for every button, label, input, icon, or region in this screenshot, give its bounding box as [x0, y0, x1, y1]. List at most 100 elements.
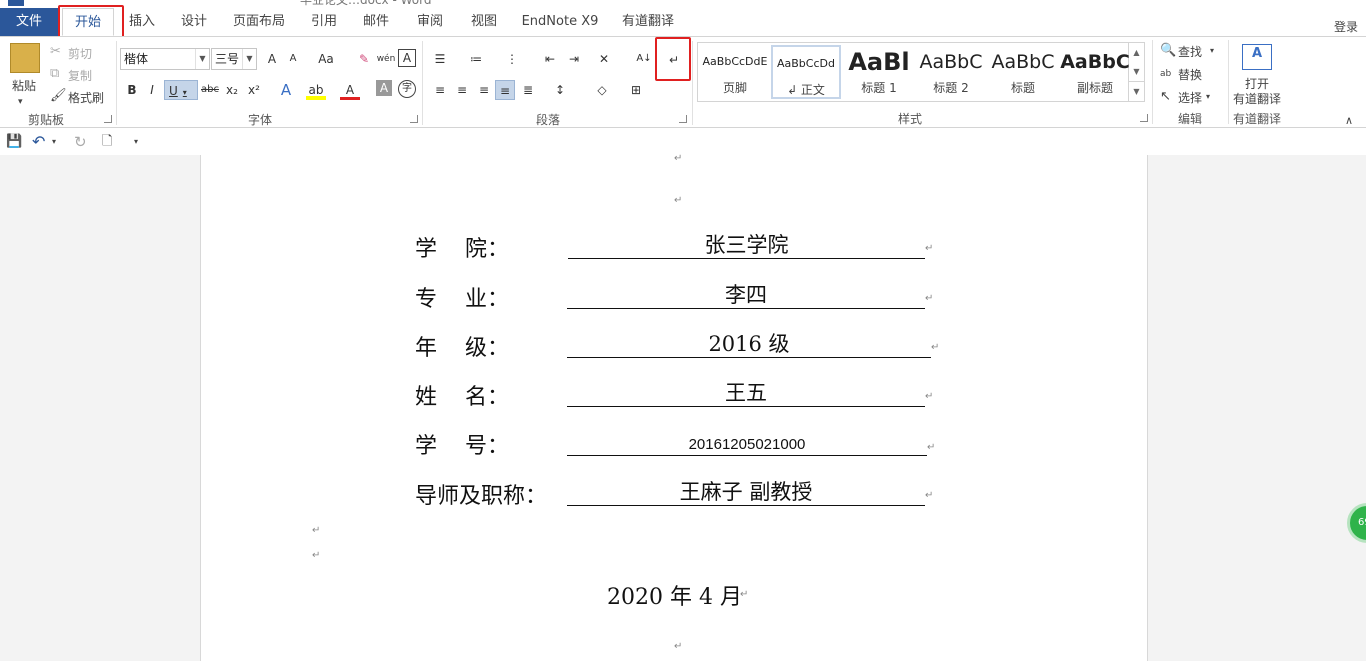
italic-button[interactable]: I	[142, 80, 162, 100]
paste-icon[interactable]	[10, 43, 40, 73]
chevron-down-icon[interactable]: ▼	[195, 49, 209, 69]
info-label: 姓 名：	[415, 385, 509, 410]
info-value[interactable]: 20161205021000	[567, 428, 927, 456]
change-case-button[interactable]: Aa	[312, 49, 340, 69]
chevron-down-icon[interactable]: ▾	[52, 133, 56, 151]
group-divider	[692, 41, 693, 125]
info-value[interactable]: 王五	[567, 379, 925, 407]
bold-button[interactable]: B	[122, 80, 142, 100]
style-sample: AaBbCcDdE	[702, 55, 768, 68]
tab-page-layout[interactable]: 页面布局	[228, 8, 290, 36]
font-name-combo[interactable]: 楷体 ▼	[120, 48, 210, 70]
shading-icon[interactable]: ◇	[592, 80, 612, 100]
superscript-button[interactable]: x²	[244, 80, 264, 100]
shrink-font-button[interactable]: A	[283, 49, 303, 69]
redo-icon[interactable]: ↻	[74, 133, 87, 151]
font-color-icon[interactable]: A	[340, 80, 360, 100]
character-border-icon[interactable]: A	[398, 49, 416, 67]
undo-icon[interactable]: ↶	[32, 133, 45, 151]
style-footer[interactable]: AaBbCcDdE 页脚	[700, 45, 770, 99]
tab-references[interactable]: 引用	[306, 8, 342, 36]
chinese-layout-icon[interactable]: ✕	[594, 49, 614, 69]
submission-date[interactable]: 2020 年 4 月	[607, 579, 742, 611]
save-icon[interactable]: 💾	[6, 133, 22, 151]
phonetic-guide-icon[interactable]: wén	[376, 49, 396, 69]
title-bar: 毕业论文…docx - Word	[0, 0, 1366, 8]
numbering-icon[interactable]: ≔	[466, 49, 486, 69]
tab-review[interactable]: 审阅	[412, 8, 448, 36]
grow-font-button[interactable]: A	[262, 49, 282, 69]
chevron-down-icon[interactable]: ▾	[1206, 88, 1210, 106]
window-title: 毕业论文…docx - Word	[300, 0, 432, 7]
info-value[interactable]: 2016 级	[567, 330, 931, 358]
font-launcher-icon[interactable]	[410, 115, 418, 123]
paste-dropdown-icon[interactable]: ▾	[18, 93, 23, 111]
font-size-combo[interactable]: 三号 ▼	[211, 48, 257, 70]
chevron-down-icon[interactable]: ▼	[1129, 62, 1144, 81]
tab-youdao[interactable]: 有道翻译	[618, 8, 678, 36]
increase-indent-icon[interactable]: ⇥	[564, 49, 584, 69]
chevron-down-icon[interactable]: ▾	[183, 88, 187, 97]
find-button[interactable]: 查找	[1178, 43, 1202, 60]
tab-mailings[interactable]: 邮件	[358, 8, 394, 36]
group-divider	[1152, 40, 1153, 124]
expand-gallery-icon[interactable]: ▼	[1129, 81, 1144, 100]
tab-design[interactable]: 设计	[176, 8, 212, 36]
quick-access-toolbar: 💾 ↶ ▾ ↻ 🗋 ▾	[0, 129, 1366, 155]
group-divider	[116, 41, 117, 125]
cut-button[interactable]: 剪切	[68, 45, 92, 62]
tab-endnote[interactable]: EndNote X9	[518, 8, 602, 36]
decrease-indent-icon[interactable]: ⇤	[540, 49, 560, 69]
translate-icon[interactable]: A	[1242, 44, 1272, 70]
chevron-down-icon[interactable]: ▼	[242, 49, 256, 69]
clear-formatting-icon[interactable]: ✎	[354, 49, 374, 69]
clipboard-launcher-icon[interactable]	[104, 115, 112, 123]
tab-insert[interactable]: 插入	[124, 8, 160, 36]
paragraph-mark: ↵	[674, 195, 683, 206]
text-effects-icon[interactable]: A	[276, 80, 296, 100]
replace-button[interactable]: 替换	[1178, 66, 1202, 83]
enclose-characters-icon[interactable]: 字	[398, 80, 416, 98]
style-subtitle[interactable]: AaBbC 副标题	[1060, 45, 1130, 99]
line-spacing-icon[interactable]: ↕	[550, 80, 570, 100]
paragraph-launcher-icon[interactable]	[679, 115, 687, 123]
styles-gallery-scroll[interactable]: ▲ ▼ ▼	[1129, 42, 1145, 102]
select-button[interactable]: 选择	[1178, 89, 1202, 106]
borders-icon[interactable]: ⊞	[626, 80, 646, 100]
copy-button[interactable]: 复制	[68, 67, 92, 84]
bullets-icon[interactable]: ☰	[430, 49, 450, 69]
character-shading-icon[interactable]: A	[376, 80, 392, 96]
info-value[interactable]: 李四	[567, 281, 925, 309]
style-title[interactable]: AaBbC 标题	[988, 45, 1058, 99]
info-value[interactable]: 张三学院	[568, 231, 925, 259]
distributed-icon[interactable]: ≣	[518, 80, 538, 100]
paragraph-mark: ↵	[312, 550, 321, 561]
style-heading-1[interactable]: AaBl 标题 1	[844, 45, 914, 99]
collapse-ribbon-icon[interactable]: ∧	[1345, 112, 1353, 130]
open-youdao-button-line2[interactable]: 有道翻译	[1233, 90, 1281, 107]
chevron-up-icon[interactable]: ▲	[1129, 43, 1144, 62]
align-right-icon[interactable]: ≡	[474, 80, 494, 100]
multilevel-list-icon[interactable]: ⋮	[502, 49, 522, 69]
strikethrough-button[interactable]: abc	[200, 80, 220, 100]
style-normal[interactable]: AaBbCcDd ↲ 正文	[771, 45, 841, 99]
align-left-icon[interactable]: ≡	[430, 80, 450, 100]
word-app-icon	[8, 0, 24, 6]
new-document-icon[interactable]: 🗋	[102, 133, 112, 151]
chevron-down-icon[interactable]: ▾	[1210, 42, 1214, 60]
sort-icon[interactable]: A↓	[634, 49, 654, 69]
customize-toolbar-icon[interactable]: ▾	[134, 133, 138, 151]
underline-button[interactable]: U ▾	[164, 80, 198, 100]
format-painter-button[interactable]: 格式刷	[68, 89, 104, 106]
subscript-button[interactable]: x₂	[222, 80, 242, 100]
highlight-color-icon[interactable]: ab	[306, 80, 326, 100]
tab-file[interactable]: 文件	[0, 8, 58, 36]
paste-button[interactable]: 粘贴	[12, 77, 36, 94]
info-value[interactable]: 王麻子 副教授	[567, 478, 925, 506]
style-heading-2[interactable]: AaBbC 标题 2	[916, 45, 986, 99]
login-link[interactable]: 登录	[1334, 18, 1358, 35]
tab-view[interactable]: 视图	[466, 8, 502, 36]
styles-launcher-icon[interactable]	[1140, 114, 1148, 122]
align-center-icon[interactable]: ≡	[452, 80, 472, 100]
justify-icon[interactable]: ≡	[495, 80, 515, 100]
